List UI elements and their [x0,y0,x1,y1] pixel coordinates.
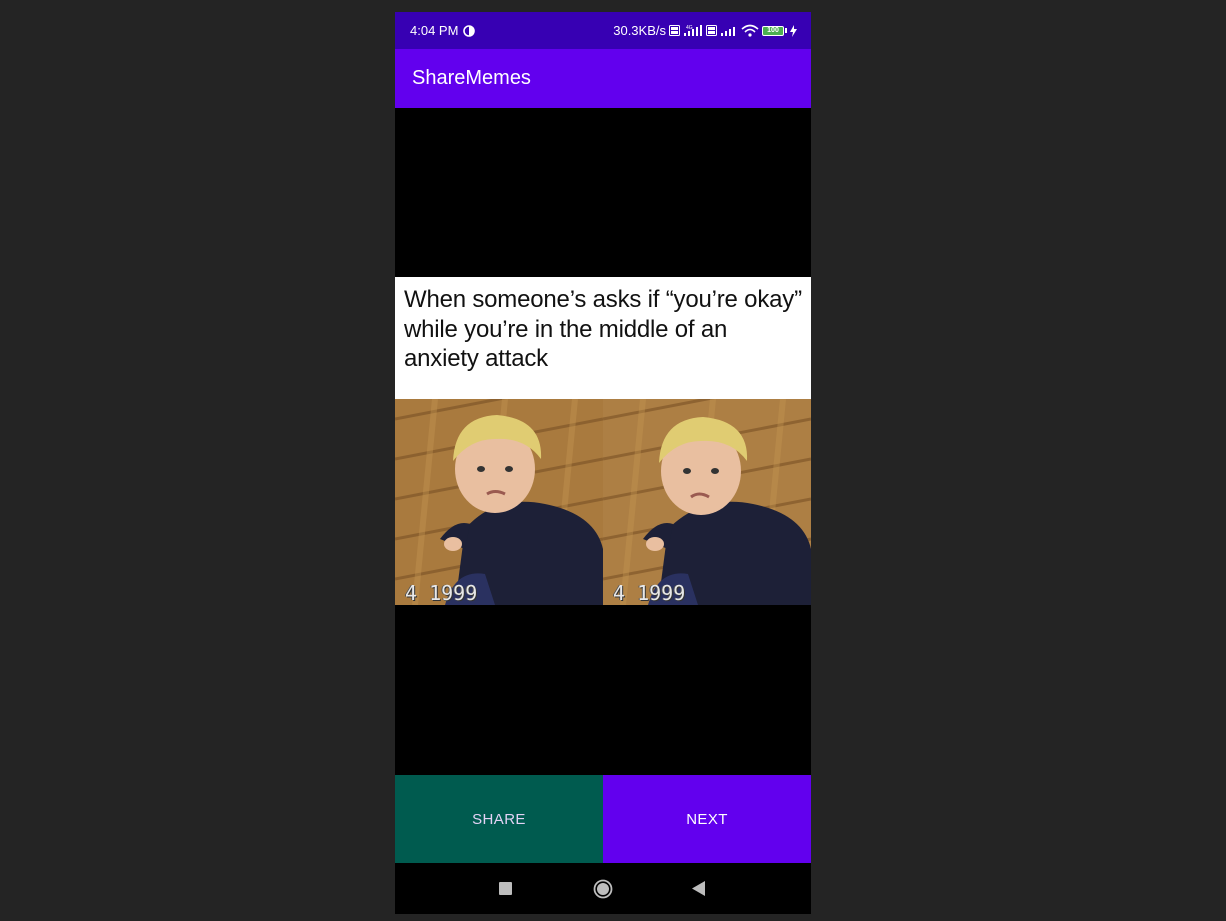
meme-caption-area: When someone’s asks if “you’re okay” whi… [395,277,811,399]
status-bar: 4:04 PM 30.3KB/s 4G 100 [395,12,811,49]
volte-icon [669,25,680,36]
phone-screen: 4:04 PM 30.3KB/s 4G 100 ShareMemes When … [395,12,811,914]
meme-caption: When someone’s asks if “you’re okay” whi… [404,286,802,372]
photo-panel-right: 4 1999 [603,399,811,605]
date-stamp: 4 1999 [613,581,686,605]
meme-photo: 4 1999 4 1999 [395,399,811,605]
network-type-label: 4G [686,25,693,31]
navigation-bar [395,863,811,914]
app-title: ShareMemes [412,67,531,89]
next-button[interactable]: NEXT [603,775,811,863]
app-bar: ShareMemes [395,49,811,108]
network-speed: 30.3KB/s [613,23,666,38]
date-stamp: 4 1999 [405,581,478,605]
back-icon[interactable] [692,881,705,896]
meme-viewer: When someone’s asks if “you’re okay” whi… [395,108,811,775]
home-icon[interactable] [593,879,613,899]
action-buttons: SHARE NEXT [395,775,811,863]
meme-image: When someone’s asks if “you’re okay” whi… [395,277,811,605]
wifi-icon [741,24,759,37]
battery-level: 100 [762,25,784,36]
data-saver-icon [463,24,476,37]
volte-icon [706,25,717,36]
battery-icon: 100 [762,25,787,36]
status-time: 4:04 PM [410,23,459,38]
charging-icon [790,24,797,37]
photo-panel-left: 4 1999 [395,399,603,605]
signal-icon [720,24,738,37]
share-button[interactable]: SHARE [395,775,603,863]
signal-icon: 4G [683,24,703,37]
recent-apps-icon[interactable] [499,882,512,895]
